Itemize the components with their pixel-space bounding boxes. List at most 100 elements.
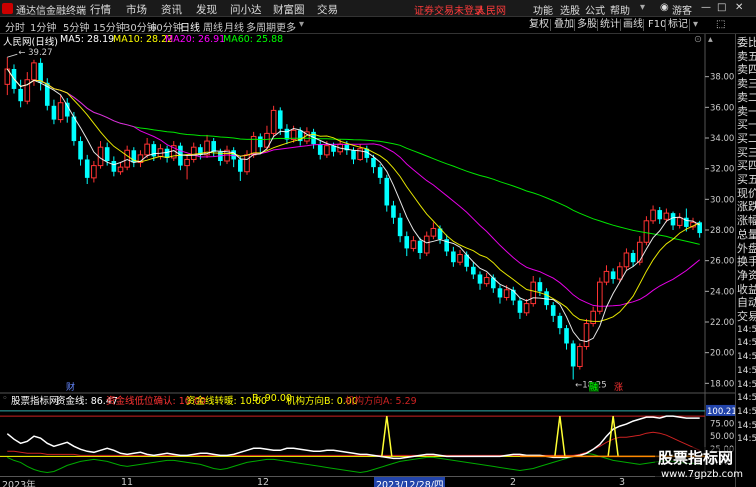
menu-functions[interactable]: 功能 [533,2,553,17]
settings-icon[interactable]: ▾ [640,2,645,13]
app-title: 通达信金融终端 [16,6,86,17]
quote-field: 自动 [737,296,756,310]
quote-field: 买五 [737,173,756,186]
kline-chart[interactable]: 38.00 36.00 34.00 32.00 30.00 28.00 26.00 24.00… [0,34,735,476]
quote-field: 14:56 [737,434,756,445]
candle-body [670,213,676,226]
quote-field: 外盘 [737,241,756,255]
mark-button[interactable]: 标记 [665,18,691,32]
candle-body [457,254,463,263]
candle-body [244,154,250,173]
maximize-icon[interactable]: □ [717,2,726,13]
candle-body [537,282,543,292]
indicator-red-line [7,431,700,456]
candle-body [104,147,110,161]
candle-body [270,109,277,134]
menu-wealth[interactable]: 财富圈 [273,2,305,17]
candle-body [24,79,31,102]
period-daily[interactable]: 日线 [180,19,200,34]
chart-collapse-icon[interactable]: ▴ [708,34,713,45]
menu-ask[interactable]: 问小达 [230,2,262,17]
period-15min[interactable]: 15分钟 [93,19,126,34]
quote-field: 14:56 [737,420,756,431]
minimize-icon[interactable]: — [701,2,711,13]
period-multi[interactable]: 多周期 [246,19,276,34]
quote-field: 14:56 [737,406,756,417]
period-1min[interactable]: 1分钟 [30,19,56,34]
adjust-button[interactable]: 复权 [526,18,552,32]
period-5min[interactable]: 5分钟 [63,19,89,34]
candle-body [144,143,150,156]
date-label: 2023年 [2,480,36,487]
candle-body [111,161,117,172]
candle-body [84,159,90,178]
guest-label[interactable]: 游客 [672,2,692,17]
candle-body [517,300,523,313]
indicator-tick-label: 100.21 [707,407,735,417]
ma20-value: MA20: 26.91 [165,34,226,45]
quote-field: 收益 [737,282,756,296]
candle-body [564,328,569,344]
menu-trade[interactable]: 交易 [317,2,338,17]
candle-body [663,212,670,220]
quote-field: 卖四 [737,63,756,77]
candle-body [284,128,290,140]
period-monthly[interactable]: 月线 [224,19,244,34]
tool-separator [643,19,644,31]
close-icon[interactable]: ✕ [735,2,743,13]
price-tick-label: 38.00 [710,73,734,83]
candle-body [51,105,57,120]
more-chevron-icon[interactable]: ▾ [299,19,304,30]
ma60-value: MA60: 25.88 [223,34,284,45]
candle-body [503,289,510,298]
period-weekly[interactable]: 周线 [203,19,223,34]
period-60min[interactable]: 60分钟 [150,19,183,34]
quote-field: 买三 [737,145,756,159]
candle-body [471,266,476,275]
menu-news[interactable]: 资讯 [161,2,182,17]
menu-discover[interactable]: 发现 [196,2,217,17]
candle-body [430,227,437,237]
toolbar-dropdown-icon[interactable]: ▾ [690,18,701,32]
current-user: 人民网 [476,6,506,17]
candle-body [483,277,490,285]
period-more[interactable]: 更多 [276,19,296,34]
price-tick-label: 28.00 [710,226,734,236]
menu-market[interactable]: 市场 [126,2,147,17]
price-tick-label: 36.00 [710,103,734,113]
menu-stock-picker[interactable]: 选股 [560,2,580,17]
price-tick-label: 32.00 [710,165,734,175]
indicator-name[interactable]: 股票指标网 [11,393,59,407]
menu-help[interactable]: 帮助 [610,2,630,17]
menu-formula[interactable]: 公式 [585,2,605,17]
high-marker [7,53,18,58]
user-icon[interactable]: ◉ [660,2,669,13]
quote-field: 换手 [737,255,756,269]
chart-settings-icon[interactable]: ⬚ [713,18,728,32]
quote-field: 14:50 [737,379,756,390]
candle-body [31,62,37,81]
candle-body [57,102,64,121]
login-notice[interactable]: 证券交易未登录 [414,2,484,17]
indicator-spike [607,415,619,457]
indicator-tick-label: 50.00 [710,432,734,442]
period-intraday[interactable]: 分时 [5,19,25,34]
indicator-spike [554,415,566,457]
date-label: 2 [510,477,517,487]
ma-settings-icon[interactable]: ⊙ [694,34,702,45]
indicator-header: ◦ 股票指标网 资金线: 86.47 资金线低位确认: 10.00 资金线转暖:… [0,393,735,407]
menu-market-quotes[interactable]: 行情 [90,2,111,17]
stock-name: 人民网(日线) [3,37,58,48]
indicator-tick-label: 75.00 [710,420,734,430]
candle-body [623,252,630,268]
candle-body [657,210,663,220]
app-logo-icon [2,3,13,14]
candle-body [238,159,243,172]
crosshair-date: 2023/12/28/四 [374,477,446,487]
quote-field: 涨幅 [737,214,756,228]
candle-body [317,144,323,155]
candle-body [117,166,124,173]
inst-direction-a-value: 机构方向A: 5.29 [345,396,417,407]
candle-body [557,315,563,329]
date-axis: 2023年 11 12 2023/12/28/四 2 3 [0,476,735,487]
